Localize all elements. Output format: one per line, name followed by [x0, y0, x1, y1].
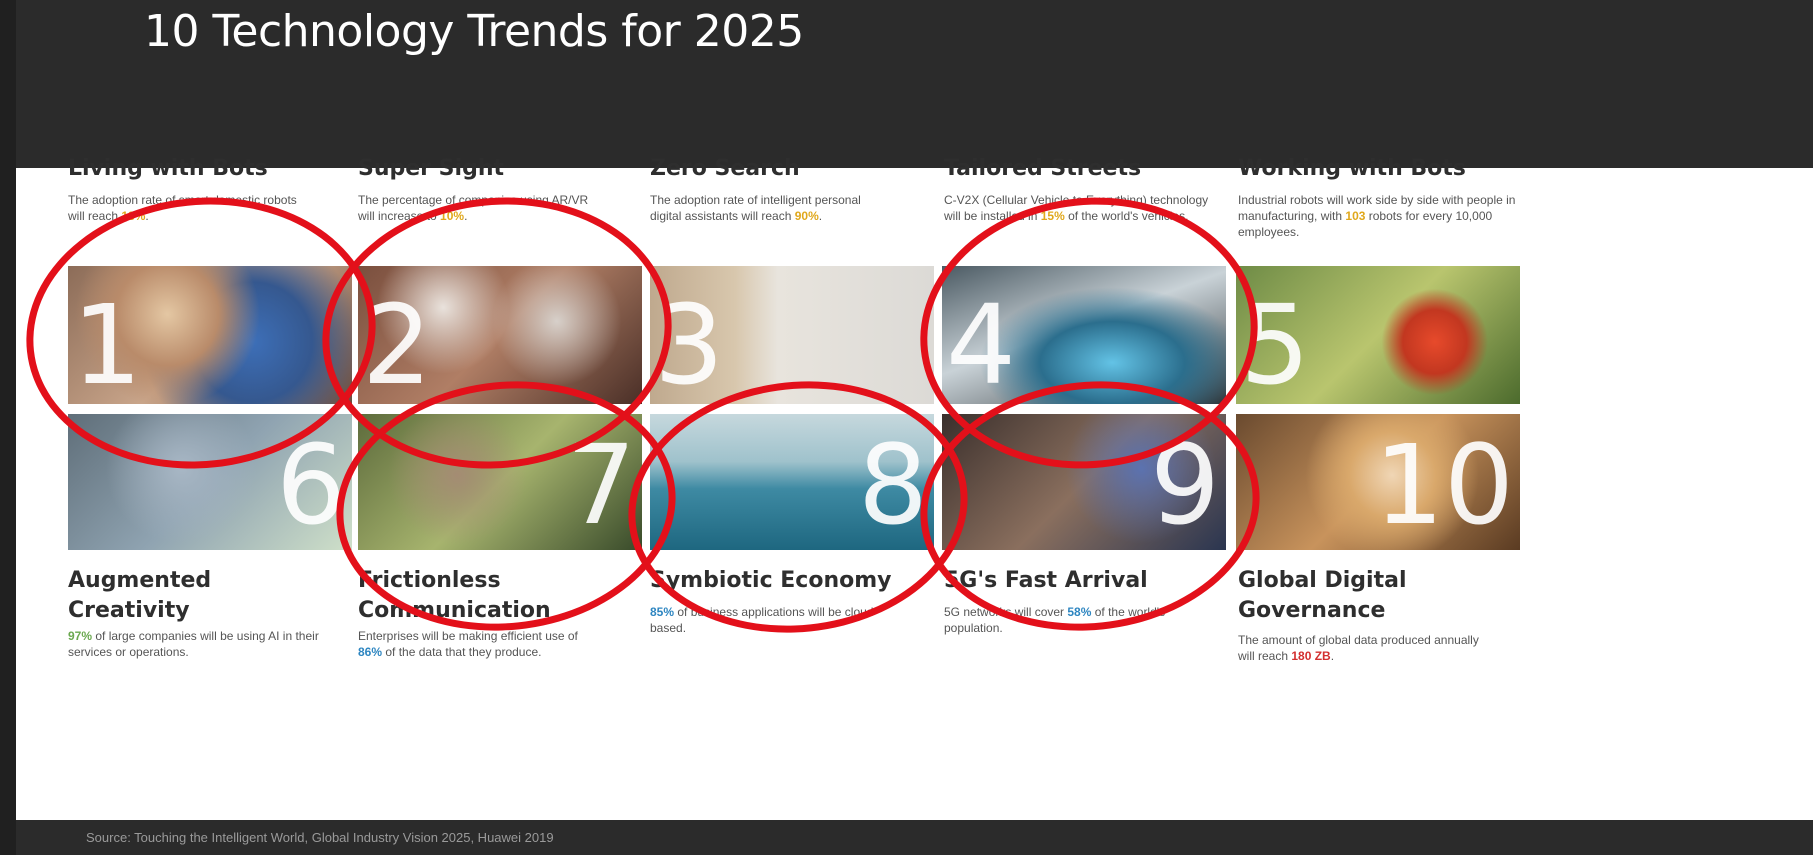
trend-heading-10: Global Digital Governance — [1238, 568, 1407, 623]
page-title: 10 Technology Trends for 2025 — [144, 6, 804, 57]
trend-desc-10: The amount of global data produced annua… — [1238, 633, 1479, 663]
trend-desc-5: Industrial robots will work side by side… — [1238, 193, 1516, 239]
slide: 10 Technology Trends for 2025 Living wit… — [0, 0, 1813, 855]
trend-heading-5: Working with Bots — [1238, 156, 1466, 181]
trend-desc-7: Enterprises will be making efficient use… — [358, 629, 578, 659]
trend-heading-3: Zero Search — [650, 156, 800, 181]
trend-heading-6: Augmented Creativity — [68, 568, 212, 623]
trend-number-10: 10 — [1374, 421, 1514, 549]
trend-heading-2: Super Sight — [358, 156, 504, 181]
trend-image-10: 10 — [1236, 414, 1520, 550]
trend-heading-1: Living with Bots — [68, 156, 268, 181]
trend-heading-4: Tailored Streets — [944, 156, 1142, 181]
source-citation: Source: Touching the Intelligent World, … — [86, 830, 554, 845]
trend-desc-3: The adoption rate of intelligent persona… — [650, 193, 861, 223]
trends-grid: Living with Bots The adoption rate of sm… — [12, 156, 1813, 820]
left-border — [0, 0, 16, 855]
trend-image-5: 5 — [1236, 266, 1520, 404]
header-bar: 10 Technology Trends for 2025 — [16, 0, 1813, 168]
footer-bar: Source: Touching the Intelligent World, … — [16, 820, 1813, 855]
trend-desc-6: 97% of large companies will be using AI … — [68, 629, 319, 659]
